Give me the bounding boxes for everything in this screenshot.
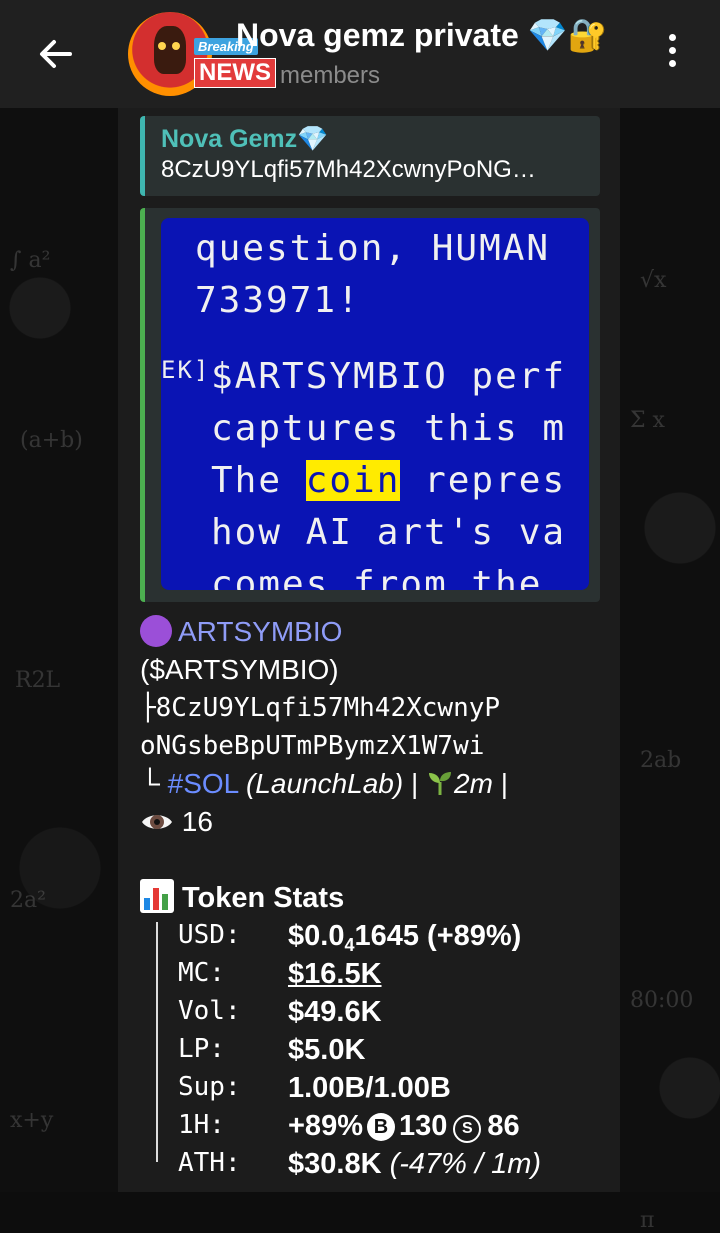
background-doodle: √x <box>640 268 667 293</box>
launch-platform: (LaunchLab) <box>245 768 404 799</box>
background-doodle: ∫ a² <box>10 248 51 273</box>
ath-change: (-47% / 1m) <box>389 1148 542 1180</box>
buys-icon: B <box>366 1113 395 1141</box>
view-count: 16 <box>181 806 213 837</box>
image-text-line: $ARTSYMBIO perf <box>211 356 567 397</box>
reply-text: 8CzU9YLqfi57Mh42XcwnyPoNG… <box>161 156 536 183</box>
background-doodle: π <box>640 1208 655 1233</box>
stat-label: 1H: <box>178 1110 225 1140</box>
token-age: 2m <box>454 768 493 799</box>
image-text-line: The coin repres <box>211 460 566 501</box>
token-symbol: ($ARTSYMBIO) <box>140 654 339 685</box>
background-doodle: 2ab <box>640 748 682 773</box>
menu-dot <box>668 47 676 54</box>
image-text-line: captures this m <box>211 408 567 449</box>
market-cap-link[interactable]: $16.5K <box>288 958 382 991</box>
image-text-line: 733971! <box>195 280 361 321</box>
token-title-line: ARTSYMBIO <box>140 613 610 651</box>
stat-label: MC: <box>178 958 225 988</box>
separator: | <box>492 768 509 799</box>
stat-value: $30.8K (-47% / 1m) <box>288 1148 541 1181</box>
avatar-face <box>154 26 186 74</box>
views-line: 16 <box>140 803 610 841</box>
stat-value: $49.6K <box>288 996 382 1028</box>
chat-title[interactable]: Nova gemz private 💎🔐 <box>236 16 607 54</box>
menu-dot <box>668 34 676 41</box>
image-text-segment: repres <box>400 460 567 501</box>
buys-count: 130 <box>398 1110 448 1142</box>
bar-chart-icon <box>140 879 174 913</box>
sells-count: 86 <box>487 1110 520 1142</box>
menu-dot <box>668 60 676 67</box>
background-doodle: (a+b) <box>20 428 83 453</box>
stat-label: Vol: <box>178 996 241 1026</box>
chat-header: Breaking NEWS Nova gemz private 💎🔐 membe… <box>0 0 720 108</box>
token-name[interactable]: ARTSYMBIO <box>178 616 342 647</box>
stat-label: USD: <box>178 920 241 950</box>
contract-address-line1[interactable]: ├8CzU9YLqfi57Mh42XcwnyP <box>140 689 610 727</box>
background-doodle: 2a² <box>10 888 46 913</box>
tree-connector: └ <box>140 768 168 799</box>
avatar-eye <box>158 42 166 50</box>
ath-value: $30.8K <box>288 1148 390 1180</box>
stat-label: ATH: <box>178 1148 241 1178</box>
background-doodle: Σ x <box>630 408 665 433</box>
stat-value: $0.041645 (+89%) <box>288 920 521 956</box>
reply-author: Nova Gemz💎 <box>161 125 329 153</box>
price-zero-count: 4 <box>344 935 355 955</box>
stat-value: $5.0K <box>288 1034 366 1066</box>
chat-subtitle: members <box>280 62 381 89</box>
change-percent: +89% <box>288 1110 363 1142</box>
price-part: $0.0 <box>288 920 345 952</box>
image-highlight: coin <box>305 460 401 501</box>
background-doodle: R2L <box>15 668 61 693</box>
eye-icon <box>142 815 172 829</box>
link-preview[interactable]: question, HUMAN 733971! EK] $ARTSYMBIO p… <box>140 208 600 602</box>
stat-value: +89% B 130 S 86 <box>288 1110 520 1143</box>
purple-circle-icon <box>140 615 172 647</box>
news-label: NEWS <box>194 58 276 88</box>
image-text-prefix: EK] <box>161 356 211 384</box>
reply-preview[interactable]: Nova Gemz💎 8CzU9YLqfi57Mh42XcwnyPoNG… <box>140 116 600 196</box>
chain-info-line: └ #SOL (LaunchLab) | 2m | <box>140 765 610 803</box>
stats-title: Token Stats <box>182 882 345 914</box>
separator: | <box>403 768 427 799</box>
contract-address-line2[interactable]: oNGsbeBpUTmPBymzX1W7wi <box>140 727 610 765</box>
stat-label: Sup: <box>178 1072 241 1102</box>
avatar-eye <box>172 42 180 50</box>
background-doodle: 80:00 <box>630 988 694 1013</box>
price-part: 1645 (+89%) <box>354 920 522 952</box>
image-text-line: question, HUMAN <box>195 228 551 269</box>
chain-hashtag[interactable]: #SOL <box>168 768 239 799</box>
stat-value: 1.00B/1.00B <box>288 1072 451 1104</box>
sells-icon: S <box>453 1115 482 1143</box>
image-text-line: how AI art's va <box>211 512 567 553</box>
preview-image[interactable]: question, HUMAN 733971! EK] $ARTSYMBIO p… <box>161 218 589 590</box>
seedling-icon <box>429 772 452 795</box>
background-doodle: x+y <box>10 1108 54 1133</box>
stat-label: LP: <box>178 1034 225 1064</box>
more-menu-icon[interactable] <box>660 34 684 74</box>
tree-line <box>156 922 158 1162</box>
back-arrow-icon[interactable] <box>32 30 80 78</box>
stats-heading: Token Stats <box>140 879 610 917</box>
image-text-segment: The <box>211 460 306 501</box>
image-text-line: comes from the <box>211 564 543 590</box>
